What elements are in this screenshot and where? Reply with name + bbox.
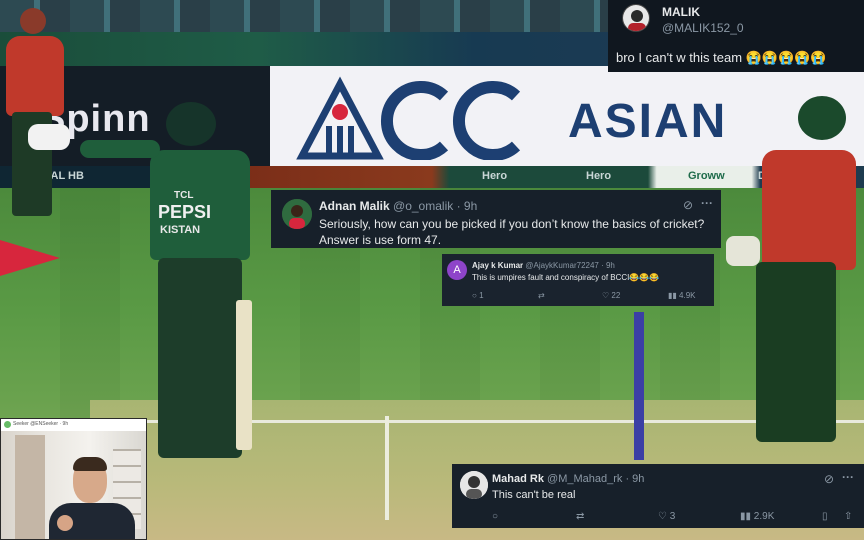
keeper-shirt: [762, 150, 856, 270]
avatar[interactable]: [282, 199, 312, 229]
views-icon: ▮▮: [740, 511, 752, 522]
bookmark-button[interactable]: ▯: [822, 511, 828, 522]
keeper-helmet: [798, 96, 846, 140]
webcam-curtain: [15, 435, 45, 539]
webcam-caption-bar: Seeker @ENSeeker · 9h: [1, 419, 146, 431]
reaction-webcam-inset: Seeker @ENSeeker · 9h: [0, 418, 147, 540]
reply-icon: ○: [472, 291, 477, 300]
views-button[interactable]: ▮▮ 2.9K: [740, 511, 774, 522]
tweet-text: bro I can't w this team 😭😭😭😭😭: [616, 50, 827, 65]
acc-logo: [296, 76, 521, 160]
jersey-sponsor-pepsi: PEPSI: [158, 202, 212, 222]
batsman-helmet: [166, 102, 216, 146]
batsman-shirt: TCL PEPSI KISTAN: [150, 150, 250, 260]
author-handle[interactable]: @MALIK152_0: [662, 21, 744, 35]
like-icon: ♡: [602, 291, 610, 300]
reply-count: 1: [479, 291, 484, 300]
grok-icon[interactable]: ⊘: [683, 198, 693, 212]
more-options-icon[interactable]: ···: [701, 196, 713, 210]
batsman-trousers: [158, 258, 242, 458]
fielder-head: [20, 8, 46, 34]
retweet-button[interactable]: ⇄: [576, 511, 584, 522]
tweet-card-mahad[interactable]: Mahad Rk @M_Mahad_rk · 9h ⊘ ··· This can…: [452, 464, 864, 528]
advert-asian-text: ASIAN: [568, 95, 728, 148]
strip-label-hero-1: Hero: [482, 170, 508, 182]
tweet-text: This is umpires fault and conspiracy of …: [472, 273, 660, 282]
strip-label-hero-2: Hero: [586, 170, 612, 182]
tweet-card-ajay[interactable]: A Ajay k Kumar @AjaykKumar72247 · 9h Thi…: [442, 254, 714, 306]
author-handle-time[interactable]: @o_omalik · 9h: [393, 199, 477, 213]
retweet-button[interactable]: ⇄: [538, 291, 545, 300]
like-button[interactable]: ♡ 3: [658, 511, 675, 522]
avatar-portrait-icon: [282, 199, 312, 229]
lower-advert-strip: [0, 166, 864, 188]
webcam-person-hand: [57, 515, 73, 531]
avatar[interactable]: [460, 471, 488, 499]
grok-icon[interactable]: ⊘: [824, 472, 834, 486]
views-count: 2.9K: [753, 511, 775, 522]
jersey-country-text: KISTAN: [160, 224, 201, 236]
reply-icon: ○: [492, 511, 499, 522]
author-name[interactable]: Ajay k Kumar: [472, 261, 523, 270]
author-handle-time[interactable]: @AjaykKumar72247 · 9h: [525, 261, 615, 270]
tweet-text: This can't be real: [492, 489, 576, 501]
avatar[interactable]: [622, 4, 650, 32]
webcam-avatar-dot: [4, 421, 11, 428]
like-count: 3: [669, 511, 676, 522]
share-icon: ⇧: [844, 511, 853, 522]
author-name[interactable]: Adnan Malik: [319, 199, 390, 213]
like-button[interactable]: ♡ 22: [602, 291, 620, 300]
author-name[interactable]: MALIK: [662, 5, 700, 19]
avatar[interactable]: A: [447, 260, 467, 280]
red-boundary-marker: [0, 240, 60, 276]
default-profile-icon: [460, 471, 488, 499]
reply-button[interactable]: ○ 1: [472, 291, 484, 300]
tweet-actions: ○ 1 ⇄ ♡ 22 ▮▮ 4.9K: [472, 291, 708, 303]
stump: [634, 312, 644, 460]
tweet-card-adnan[interactable]: Adnan Malik @o_omalik · 9h ⊘ ··· Serious…: [271, 190, 721, 248]
author-handle-time[interactable]: @M_Mahad_rk · 9h: [547, 473, 644, 485]
keeper-glove: [726, 236, 760, 266]
tweet-text: Seriously, how can you be picked if you …: [319, 217, 705, 247]
jersey-sponsor-tcl: TCL: [174, 190, 194, 201]
reply-button[interactable]: ○: [492, 511, 498, 522]
like-icon: ♡: [658, 511, 667, 522]
cricket-bat: [236, 300, 252, 450]
batsman-glove: [28, 124, 70, 150]
return-crease: [385, 416, 389, 520]
strip-label-groww: Groww: [688, 170, 725, 182]
like-count: 22: [611, 291, 621, 300]
webcam-caption: Seeker @ENSeeker · 9h: [13, 421, 69, 427]
share-button[interactable]: ⇧: [844, 511, 852, 522]
retweet-icon: ⇄: [538, 291, 545, 300]
views-button[interactable]: ▮▮ 4.9K: [668, 291, 696, 300]
more-options-icon[interactable]: ···: [842, 470, 854, 484]
keeper-trousers: [756, 262, 836, 442]
fielder-body: [6, 36, 64, 116]
batsman-pointing-arm: [80, 140, 160, 158]
tweet-card-malik[interactable]: MALIK @MALIK152_0 bro I can't w this tea…: [608, 0, 864, 72]
avatar-portrait-icon: [623, 5, 649, 31]
views-icon: ▮▮: [668, 291, 677, 300]
webcam-person-hair: [73, 457, 107, 471]
bookmark-icon: ▯: [822, 511, 828, 522]
retweet-icon: ⇄: [576, 511, 585, 522]
views-count: 4.9K: [679, 291, 696, 300]
tweet-actions: ○ ⇄ ♡ 3 ▮▮ 2.9K ▯ ⇧: [492, 511, 858, 525]
author-name[interactable]: Mahad Rk: [492, 473, 544, 485]
